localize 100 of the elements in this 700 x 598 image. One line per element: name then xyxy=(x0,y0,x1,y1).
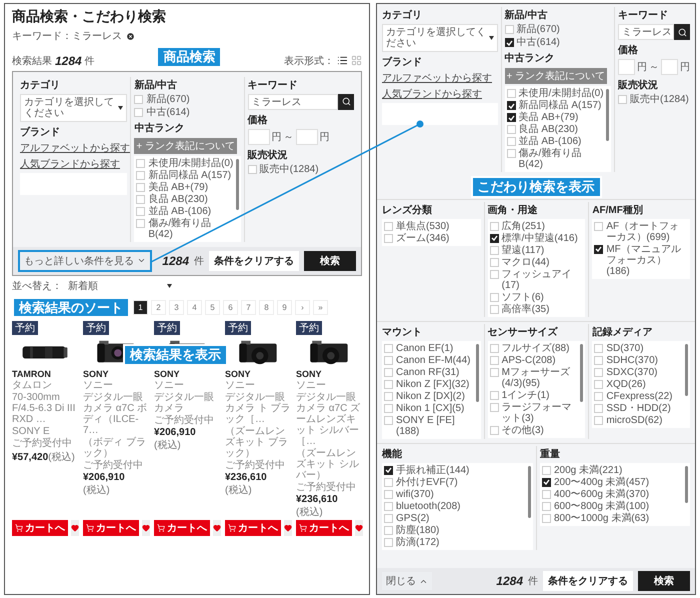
heart-icon xyxy=(142,524,150,532)
rank-help-button[interactable]: + ランク表記について xyxy=(134,138,237,154)
submit-button[interactable]: 検索 xyxy=(304,250,356,271)
product-name[interactable]: デジタル一眼カメラ α7C ズームレンズキット シルバー［… xyxy=(296,392,362,448)
checkbox[interactable] xyxy=(542,478,551,487)
scrollbar[interactable] xyxy=(684,344,688,396)
option-label: CFexpress(22) xyxy=(606,390,672,402)
section-heading: マウント xyxy=(382,326,423,339)
scrollbar[interactable] xyxy=(685,466,688,504)
section-heading: 販売状況 xyxy=(248,148,289,162)
clear-button[interactable]: 条件をクリアする xyxy=(543,571,633,591)
option-label: Nikon 1 [CX](5) xyxy=(396,402,464,414)
option-label: Nikon Z [FX](32) xyxy=(396,378,470,390)
option-label: wifi(370) xyxy=(396,488,434,500)
price-field[interactable] xyxy=(248,128,270,145)
result-count: 1284 xyxy=(162,254,189,268)
rank-help-button[interactable]: + ランク表記について xyxy=(504,68,608,84)
section-heading: 中古ランク xyxy=(504,52,555,65)
checkbox[interactable] xyxy=(490,234,499,243)
checkbox[interactable] xyxy=(594,244,604,254)
scrollbar[interactable] xyxy=(236,158,239,210)
brand-link[interactable]: アルファベットから探す xyxy=(382,71,492,85)
product-note: （ズームレンズキット シルバー） xyxy=(296,448,360,482)
page-button[interactable]: 3 xyxy=(169,300,184,315)
cart-button[interactable]: カートへ xyxy=(12,520,68,536)
section-heading: 画角・用途 xyxy=(488,204,539,217)
option-label: GPS(2) xyxy=(396,512,430,524)
search-button[interactable] xyxy=(674,24,690,40)
brand-name: SONY xyxy=(296,369,323,380)
brand-link[interactable]: 人気ブランドから探す xyxy=(20,156,120,171)
product-name[interactable]: 70-300mm F/4.5-6.3 Di III RXD … xyxy=(12,392,78,426)
cart-button[interactable]: カートへ xyxy=(296,520,352,536)
checkbox[interactable] xyxy=(504,38,514,47)
option-label: ズーム(346) xyxy=(396,232,450,244)
section-heading: 価格 xyxy=(618,44,639,57)
cart-button[interactable]: カートへ xyxy=(83,520,139,536)
page-button[interactable]: › xyxy=(295,300,310,315)
product-name[interactable]: デジタル一眼カメラ ト ブラック［… xyxy=(225,392,291,426)
category-select[interactable]: カテゴリを選択してください xyxy=(20,94,128,122)
product-name[interactable]: デジタル一眼カメラ xyxy=(154,392,220,414)
page-button[interactable]: » xyxy=(313,300,328,315)
page-button[interactable]: 9 xyxy=(277,300,292,315)
category-select[interactable]: カテゴリを選択してください xyxy=(382,24,498,52)
section-heading: AF/MF種別 xyxy=(592,204,644,217)
toggle-button[interactable]: 閉じる xyxy=(382,572,432,590)
page-button[interactable]: 4 xyxy=(187,300,202,315)
cart-button[interactable]: カートへ xyxy=(225,520,281,536)
favorite-button[interactable] xyxy=(284,520,292,536)
product-name[interactable]: デジタル一眼カメラ α7C ボディ（ILCE-7… xyxy=(83,392,149,436)
heart-icon xyxy=(355,524,363,532)
checkbox[interactable] xyxy=(384,466,393,475)
page-button[interactable]: 2 xyxy=(151,300,166,315)
search-button[interactable] xyxy=(338,94,354,110)
sort-label: 並べ替え： xyxy=(12,280,62,294)
preorder-tag: 予約 xyxy=(12,321,38,336)
page-button[interactable]: 6 xyxy=(223,300,238,315)
toggle-button[interactable]: もっと詳しい条件を見る xyxy=(18,250,152,272)
result-count: 1284 xyxy=(55,54,82,68)
option-label: bluetooth(208) xyxy=(396,500,460,512)
page-button[interactable]: 5 xyxy=(205,300,220,315)
close-icon[interactable] xyxy=(126,32,135,40)
price: ¥206,910 xyxy=(154,427,196,438)
option-label: SONY E [FE](188) xyxy=(396,414,456,437)
favorite-button[interactable] xyxy=(71,520,79,536)
sort-select[interactable]: 新着順 xyxy=(65,278,175,294)
scrollbar[interactable] xyxy=(476,344,479,402)
clear-button[interactable]: 条件をクリアする xyxy=(209,250,299,271)
checkbox[interactable] xyxy=(506,113,516,122)
price-field[interactable] xyxy=(618,59,635,75)
option-label: 新品(670) xyxy=(516,24,560,35)
scrollbar[interactable] xyxy=(528,466,531,518)
option-label: 良品 AB(230) xyxy=(518,124,578,135)
submit-button[interactable]: 検索 xyxy=(638,571,690,591)
brand-link[interactable]: アルファベットから探す xyxy=(20,140,130,155)
favorite-button[interactable] xyxy=(213,520,221,536)
brand-link[interactable]: 人気ブランドから探す xyxy=(382,87,482,101)
stock-status: ご予約受付中 xyxy=(12,438,73,450)
page-button[interactable]: 8 xyxy=(259,300,274,315)
price-field[interactable] xyxy=(296,128,318,145)
option-label: Canon EF(1) xyxy=(396,342,454,354)
unit-label: 円 xyxy=(272,130,282,144)
caret-icon xyxy=(118,106,124,110)
page-button[interactable]: 1 xyxy=(133,300,148,315)
cart-button[interactable]: カートへ xyxy=(154,520,210,536)
option-label: 200g 未満(221) xyxy=(554,464,622,476)
checkbox[interactable] xyxy=(506,101,516,110)
favorite-button[interactable] xyxy=(355,520,363,536)
option-label: 新品同様品 A(157) xyxy=(518,100,602,111)
scrollbar[interactable] xyxy=(580,344,584,402)
range-separator: ～ xyxy=(648,61,659,74)
option-label: 望遠(117) xyxy=(502,244,544,256)
scrollbar[interactable] xyxy=(606,89,609,141)
keyword-field[interactable]: ミラーレス xyxy=(248,94,338,110)
price-field[interactable] xyxy=(660,59,678,75)
option-label: 中古(614) xyxy=(146,106,190,118)
favorite-button[interactable] xyxy=(142,520,150,536)
brand-kana: ソニー xyxy=(83,380,114,392)
option-label: 400〜600g 未満(370) xyxy=(554,488,650,500)
page-button[interactable]: 7 xyxy=(241,300,256,315)
option-label: 800〜1000g 未満(63) xyxy=(554,512,650,524)
